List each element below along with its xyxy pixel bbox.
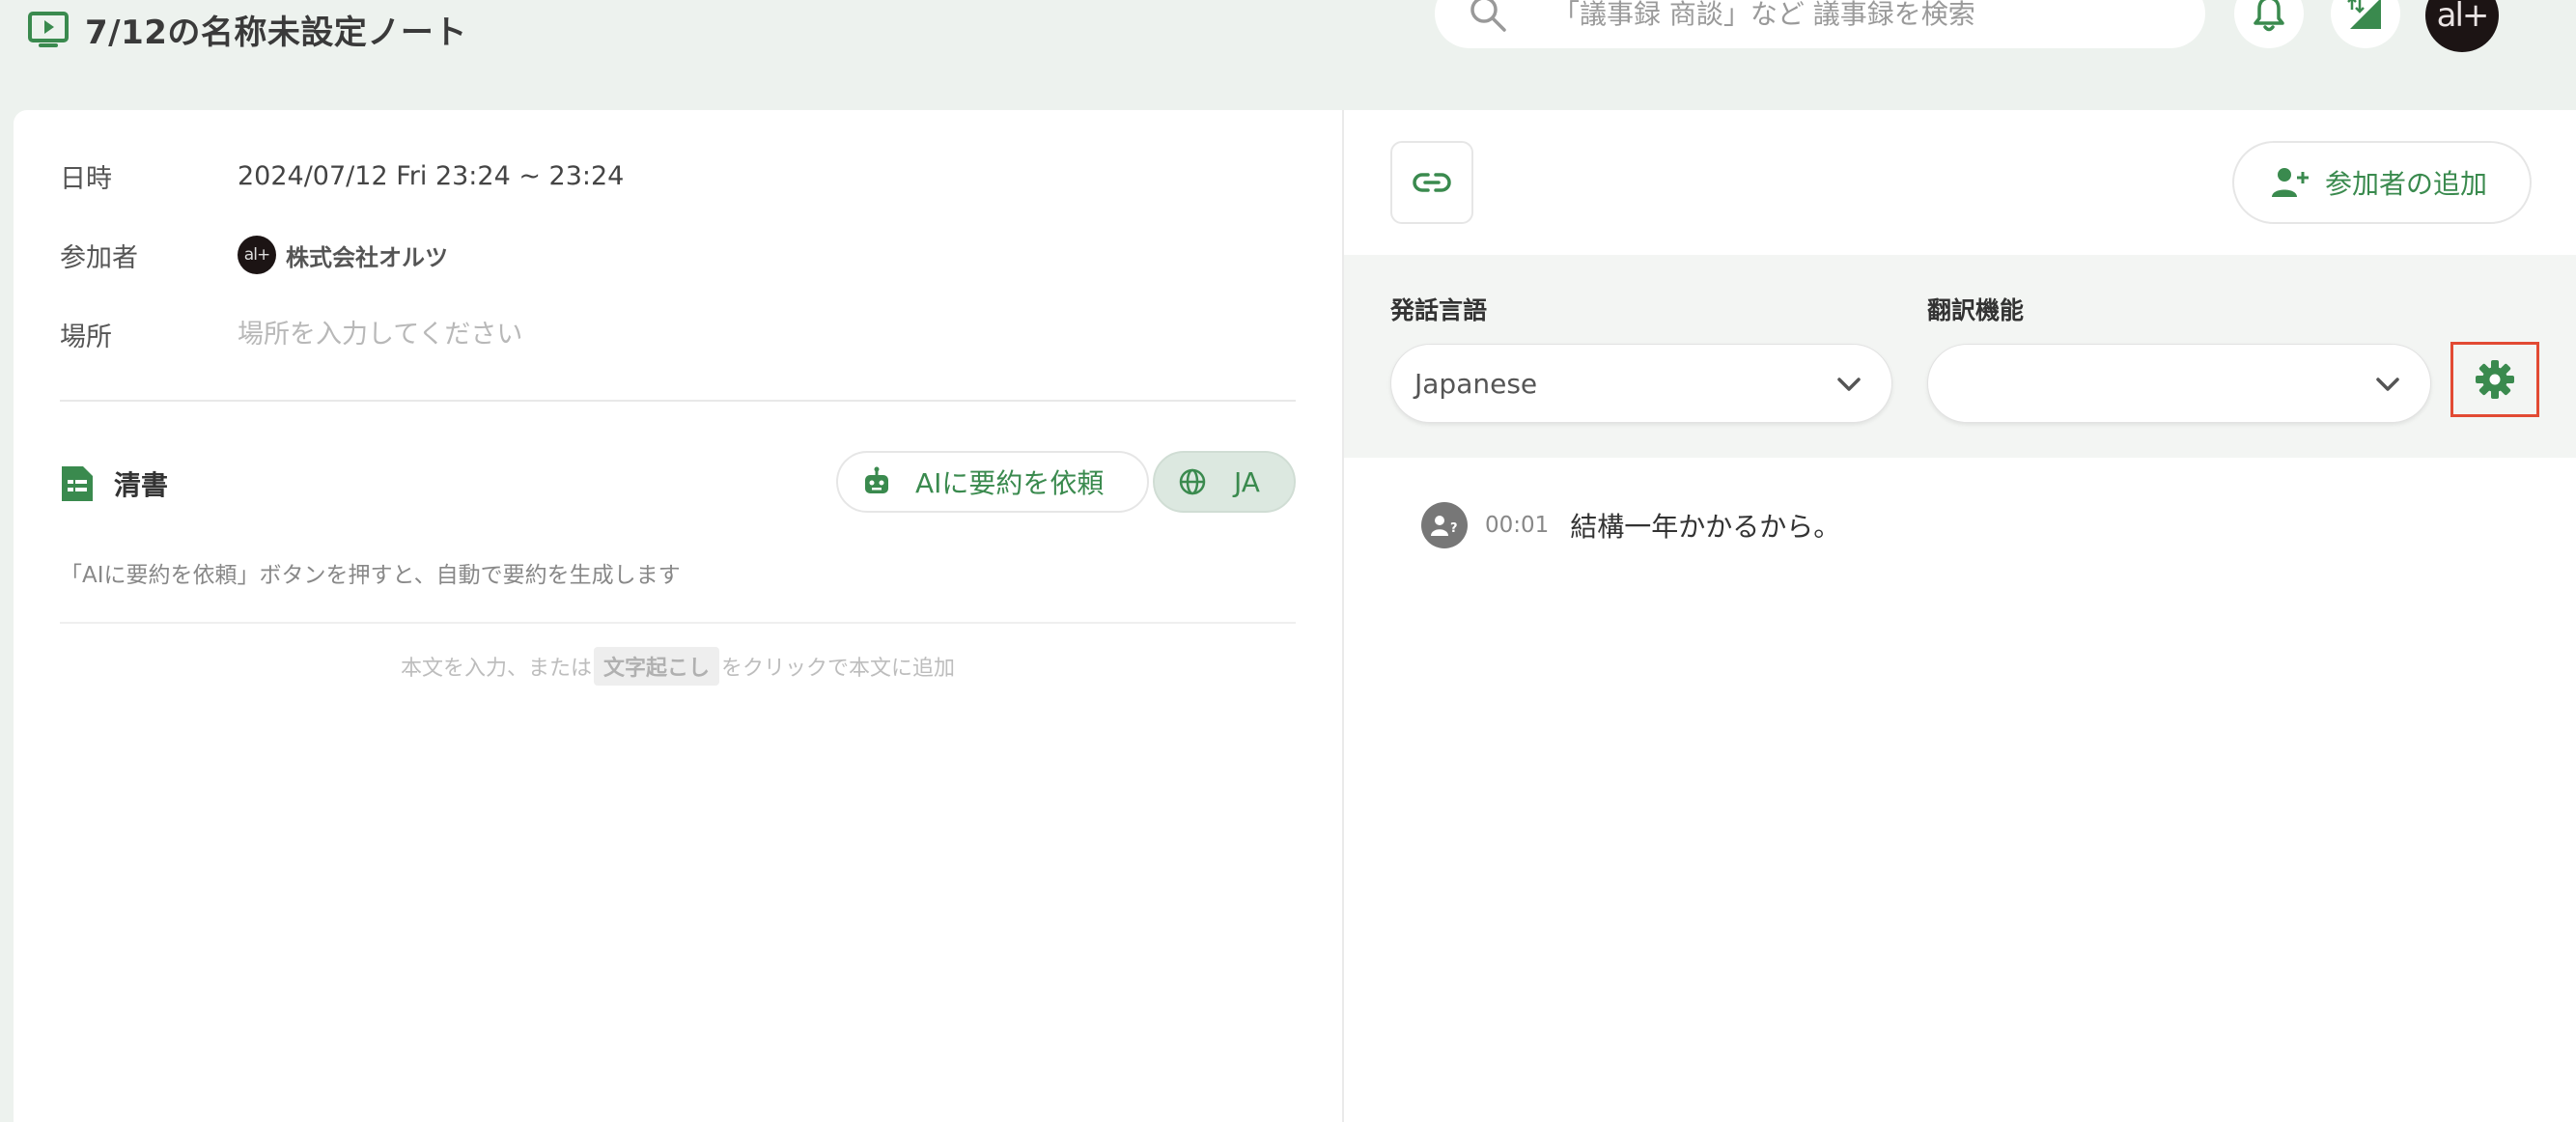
chevron-down-icon [2374,372,2401,397]
divider [60,400,1296,402]
participant-avatar: al+ [238,236,276,274]
chevron-down-icon [1835,372,1862,397]
settings-button[interactable] [2450,342,2539,417]
globe-icon [1178,467,1207,496]
notifications-button[interactable] [2234,0,2304,48]
speech-language-value: Japanese [1414,367,1538,400]
search-input[interactable] [1553,0,2170,30]
date-value[interactable]: 2024/07/12 Fri 23:24 ~ 23:24 [238,161,624,191]
signal-icon [2346,0,2385,33]
link-icon [1413,171,1451,194]
divider [60,622,1296,624]
language-label: JA [1234,465,1260,498]
body-hint-suffix: をクリックで本文に追加 [721,657,956,681]
robot-icon [861,466,892,497]
translation-label: 翻訳機能 [1927,296,2025,324]
place-input[interactable] [238,319,817,350]
connection-status-button[interactable] [2331,0,2400,48]
title-area: 7/12の名称未設定ノート [27,8,467,52]
note-details-panel: 日時 2024/07/12 Fri 23:24 ~ 23:24 参加者 al+ … [14,110,1342,1122]
summary-title: 清書 [114,469,169,501]
transcript-item[interactable]: ? 00:01 結構一年かかるから。 [1421,502,1840,548]
note-container: 日時 2024/07/12 Fri 23:24 ~ 23:24 参加者 al+ … [14,110,2576,1122]
copy-link-button[interactable] [1390,141,1473,224]
gear-icon [2475,359,2515,400]
participants-label: 参加者 [60,242,138,273]
language-toggle-button[interactable]: JA [1153,451,1296,513]
summary-header: 清書 [60,460,168,508]
ai-summary-button[interactable]: AIに要約を依頼 [836,451,1149,513]
bell-icon [2252,0,2286,33]
add-user-icon [2271,166,2310,199]
body-editor-placeholder[interactable]: 本文を入力、または 文字起こし をクリックで本文に追加 [14,647,1342,686]
page-title: 7/12の名称未設定ノート [85,13,467,52]
transcript-text[interactable]: 結構一年かかるから。 [1570,506,1840,545]
participant-name: 株式会社オルツ [286,243,448,271]
place-row: 場所 [60,315,817,353]
transcript-timestamp[interactable]: 00:01 [1485,513,1549,538]
svg-text:?: ? [1450,521,1458,536]
translation-select[interactable] [1927,344,2431,423]
unknown-speaker-icon[interactable]: ? [1421,502,1468,548]
add-participant-label: 参加者の追加 [2325,168,2488,200]
summary-hint: 「AIに要約を依頼」ボタンを押すと、自動で要約を生成します [60,563,681,588]
search-bar[interactable] [1435,0,2205,48]
play-screen-icon [27,8,70,50]
body-hint-prefix: 本文を入力、または [400,657,592,681]
search-icon [1468,0,1508,34]
speech-language-select[interactable]: Japanese [1390,344,1892,423]
speech-language-label: 発話言語 [1390,296,1488,324]
transcript-tag: 文字起こし [593,647,719,686]
user-avatar[interactable]: al+ [2425,0,2499,52]
document-icon [60,464,95,503]
date-label: 日時 [60,163,112,194]
date-row: 日時 2024/07/12 Fri 23:24 ~ 23:24 [60,156,624,195]
place-label: 場所 [60,322,112,352]
add-participant-button[interactable]: 参加者の追加 [2232,141,2532,224]
participants-row: 参加者 al+ 株式会社オルツ [60,236,448,274]
top-bar: 7/12の名称未設定ノート al+ [0,0,2576,108]
language-settings: 発話言語 翻訳機能 Japanese [1344,255,2576,458]
transcript-panel: 参加者の追加 発話言語 翻訳機能 Japanese ? 00:01 結構一年かか… [1342,110,2576,1122]
participant-chip[interactable]: al+ 株式会社オルツ [238,236,448,274]
ai-summary-label: AIに要約を依頼 [915,467,1105,499]
